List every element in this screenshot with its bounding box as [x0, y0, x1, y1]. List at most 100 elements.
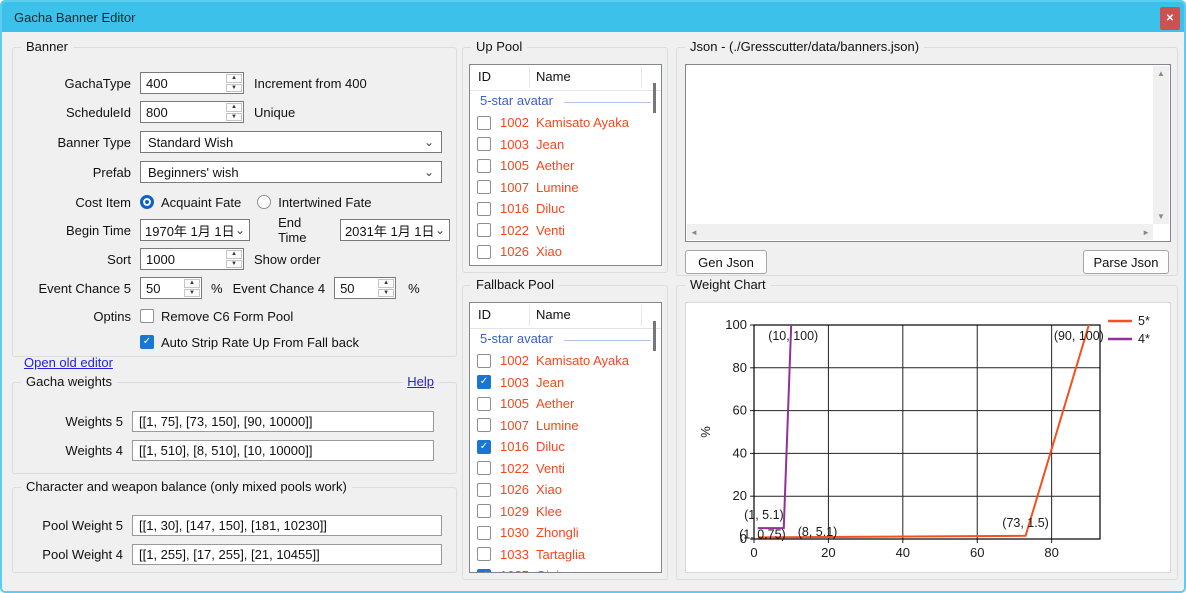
pool-row[interactable]: ✓ 1022 Venti: [470, 220, 661, 242]
pool-row[interactable]: ✓ 1026 Xiao: [470, 479, 661, 501]
json-horizontal-scrollbar[interactable]: ◄ ►: [687, 224, 1153, 240]
fallback-pool-list[interactable]: ID Name 5-star avatar ✓ 1002 Kamisato Ay…: [469, 302, 662, 573]
pool-row[interactable]: ✓ 1035 Qiqi: [470, 565, 661, 573]
weights-5-input[interactable]: [[1, 75], [73, 150], [90, 10000]]: [132, 411, 434, 432]
pool-weight-4-label: Pool Weight 4: [19, 547, 132, 562]
pool-row[interactable]: ✓ 1002 Kamisato Ayaka: [470, 350, 661, 372]
spin-down-button[interactable]: ▼: [226, 260, 242, 269]
acquaint-fate-radio[interactable]: [140, 195, 154, 209]
pool-row[interactable]: ✓ 1003 Jean: [470, 372, 661, 394]
spin-down-button[interactable]: ▼: [226, 113, 242, 122]
svg-text:40: 40: [733, 445, 747, 460]
remove-c6-checkbox[interactable]: ✓: [140, 309, 154, 323]
event-chance-5-spinner[interactable]: 50 ▲▼: [140, 277, 202, 299]
banner-type-combo[interactable]: Standard Wish ⌄: [140, 131, 442, 153]
row-checkbox[interactable]: ✓: [477, 223, 491, 237]
event-chance-4-value[interactable]: 50: [335, 278, 377, 298]
row-checkbox[interactable]: ✓: [477, 440, 491, 454]
pool-weight-4-input[interactable]: [[1, 255], [17, 255], [21, 10455]]: [132, 544, 442, 565]
end-time-picker[interactable]: 2031年 1月 1日 ⌄: [340, 219, 450, 241]
svg-text:20: 20: [821, 545, 835, 560]
row-checkbox[interactable]: ✓: [477, 504, 491, 518]
spin-up-button[interactable]: ▲: [184, 279, 200, 288]
pool-weight-5-input[interactable]: [[1, 30], [147, 150], [181, 10230]]: [132, 515, 442, 536]
row-checkbox[interactable]: ✓: [477, 375, 491, 389]
row-checkbox[interactable]: ✓: [477, 461, 491, 475]
pool-row[interactable]: ✓ 1030 Zhongli: [470, 522, 661, 544]
check-icon: ✓: [480, 377, 488, 387]
row-checkbox[interactable]: ✓: [477, 547, 491, 561]
acquaint-fate-label: Acquaint Fate: [161, 195, 241, 210]
weights-4-input[interactable]: [[1, 510], [8, 510], [10, 10000]]: [132, 440, 434, 461]
gacha-type-spinner[interactable]: 400 ▲▼: [140, 72, 244, 94]
row-checkbox[interactable]: ✓: [477, 418, 491, 432]
pool-row[interactable]: ✓ 1029 Klee: [470, 501, 661, 523]
check-icon: ✓: [143, 337, 151, 347]
close-icon: ✕: [1166, 13, 1174, 24]
row-checkbox[interactable]: ✓: [477, 569, 491, 573]
row-checkbox[interactable]: ✓: [477, 483, 491, 497]
row-checkbox[interactable]: ✓: [477, 397, 491, 411]
column-header-id[interactable]: ID: [478, 69, 491, 84]
row-checkbox[interactable]: ✓: [477, 180, 491, 194]
column-header-id[interactable]: ID: [478, 307, 491, 322]
pool-row[interactable]: ✓ 1003 Jean: [470, 134, 661, 156]
pool-row[interactable]: ✓ 1002 Kamisato Ayaka: [470, 112, 661, 134]
sort-spinner[interactable]: 1000 ▲▼: [140, 248, 244, 270]
event-chance-5-value[interactable]: 50: [141, 278, 183, 298]
begin-time-picker[interactable]: 1970年 1月 1日 ⌄: [140, 219, 250, 241]
pool-row[interactable]: ✓ 1007 Lumine: [470, 177, 661, 199]
spin-up-button[interactable]: ▲: [226, 103, 242, 112]
sort-value[interactable]: 1000: [141, 249, 225, 269]
schedule-id-spinner[interactable]: 800 ▲▼: [140, 101, 244, 123]
gen-json-button[interactable]: Gen Json: [685, 250, 767, 274]
fallback-pool-scrollbar[interactable]: [653, 321, 656, 351]
check-icon: ✓: [480, 571, 488, 573]
scroll-left-icon[interactable]: ◄: [687, 225, 701, 240]
pool-row[interactable]: ✓ 1026 Xiao: [470, 241, 661, 263]
json-vertical-scrollbar[interactable]: ▲ ▼: [1153, 66, 1169, 224]
scroll-up-icon[interactable]: ▲: [1154, 66, 1168, 81]
begin-time-value: 1970年 1月 1日: [145, 221, 235, 240]
up-pool-list[interactable]: ID Name 5-star avatar ✓ 1002 Kamisato Ay…: [469, 64, 662, 266]
gacha-type-value[interactable]: 400: [141, 73, 225, 93]
pool-row[interactable]: ✓ 1005 Aether: [470, 155, 661, 177]
spin-down-button[interactable]: ▼: [378, 289, 394, 298]
prefab-combo[interactable]: Beginners' wish ⌄: [140, 161, 442, 183]
pool-row[interactable]: ✓ 1016 Diluc: [470, 436, 661, 458]
parse-json-button[interactable]: Parse Json: [1083, 250, 1169, 274]
column-header-name[interactable]: Name: [536, 307, 571, 322]
scroll-right-icon[interactable]: ►: [1139, 225, 1153, 240]
spin-up-button[interactable]: ▲: [378, 279, 394, 288]
row-id: 1022: [500, 223, 529, 238]
event-chance-4-spinner[interactable]: 50 ▲▼: [334, 277, 396, 299]
pool-row[interactable]: ✓ 1016 Diluc: [470, 198, 661, 220]
up-pool-scrollbar[interactable]: [653, 83, 656, 113]
row-checkbox[interactable]: ✓: [477, 159, 491, 173]
intertwined-fate-radio[interactable]: [257, 195, 271, 209]
spin-down-button[interactable]: ▼: [184, 289, 200, 298]
spin-up-button[interactable]: ▲: [226, 250, 242, 259]
spin-up-button[interactable]: ▲: [226, 74, 242, 83]
cost-item-label: Cost Item: [19, 195, 140, 210]
help-link[interactable]: Help: [403, 374, 438, 389]
pool-row[interactable]: ✓ 1033 Tartaglia: [470, 544, 661, 566]
pool-row[interactable]: ✓ 1007 Lumine: [470, 415, 661, 437]
pool-row[interactable]: ✓ 1022 Venti: [470, 458, 661, 480]
row-checkbox[interactable]: ✓: [477, 526, 491, 540]
open-old-editor-link[interactable]: Open old editor: [24, 355, 113, 370]
row-checkbox[interactable]: ✓: [477, 202, 491, 216]
row-checkbox[interactable]: ✓: [477, 116, 491, 130]
scroll-down-icon[interactable]: ▼: [1154, 209, 1168, 224]
json-textarea[interactable]: ▲ ▼ ◄ ►: [685, 64, 1171, 242]
spin-down-button[interactable]: ▼: [226, 84, 242, 93]
auto-strip-checkbox[interactable]: ✓: [140, 335, 154, 349]
row-checkbox[interactable]: ✓: [477, 245, 491, 259]
pool-row[interactable]: ✓ 1005 Aether: [470, 393, 661, 415]
close-button[interactable]: ✕: [1160, 7, 1180, 30]
row-checkbox[interactable]: ✓: [477, 137, 491, 151]
column-header-name[interactable]: Name: [536, 69, 571, 84]
titlebar[interactable]: Gacha Banner Editor ✕: [2, 2, 1184, 32]
row-checkbox[interactable]: ✓: [477, 354, 491, 368]
schedule-id-value[interactable]: 800: [141, 102, 225, 122]
